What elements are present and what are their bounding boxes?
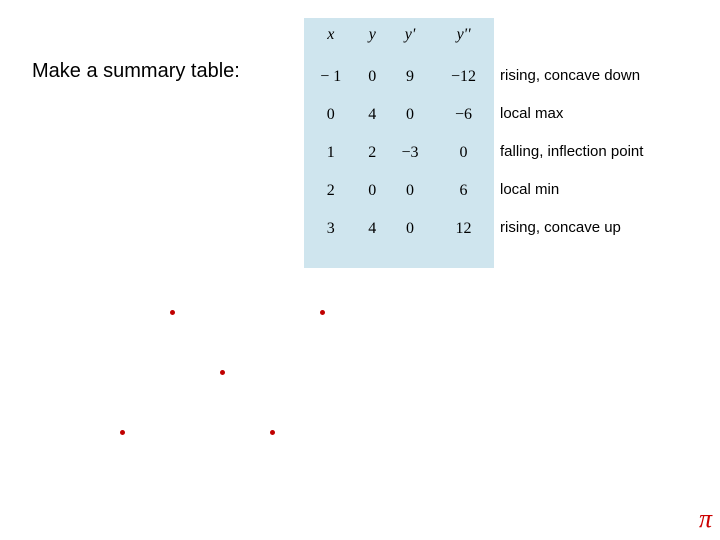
cell: 9 xyxy=(387,58,433,96)
summary-table-panel: x y y' y'' − 1 0 9 −12 0 4 0 −6 1 2 xyxy=(304,18,494,268)
cell: 12 xyxy=(433,210,494,248)
cell: −12 xyxy=(433,58,494,96)
cell: − 1 xyxy=(304,58,358,96)
cell: −6 xyxy=(433,96,494,134)
table-header-row: x y y' y'' xyxy=(304,18,494,58)
annotation: rising, concave up xyxy=(500,208,710,246)
plot-point xyxy=(120,430,125,435)
cell: 0 xyxy=(304,96,358,134)
cell: 0 xyxy=(358,58,387,96)
cell: 3 xyxy=(304,210,358,248)
plot-point xyxy=(270,430,275,435)
table-row: 3 4 0 12 xyxy=(304,210,494,248)
annotation: local max xyxy=(500,94,710,132)
col-header-ydoubleprime: y'' xyxy=(433,18,494,58)
cell: −3 xyxy=(387,134,433,172)
col-header-yprime: y' xyxy=(387,18,433,58)
cell: 0 xyxy=(387,172,433,210)
cell: 0 xyxy=(387,96,433,134)
cell: 1 xyxy=(304,134,358,172)
annotation: falling, inflection point xyxy=(500,132,710,170)
summary-table: x y y' y'' − 1 0 9 −12 0 4 0 −6 1 2 xyxy=(304,18,494,248)
cell: 4 xyxy=(358,210,387,248)
table-row: 0 4 0 −6 xyxy=(304,96,494,134)
cell: 0 xyxy=(358,172,387,210)
col-header-y: y xyxy=(358,18,387,58)
col-header-x: x xyxy=(304,18,358,58)
cell: 2 xyxy=(358,134,387,172)
cell: 6 xyxy=(433,172,494,210)
cell: 0 xyxy=(387,210,433,248)
table-row: 1 2 −3 0 xyxy=(304,134,494,172)
annotation: rising, concave down xyxy=(500,56,710,94)
annotation-column: rising, concave down local max falling, … xyxy=(500,56,710,246)
instruction-text: Make a summary table: xyxy=(32,60,240,83)
cell: 4 xyxy=(358,96,387,134)
scatter-plot xyxy=(80,300,380,500)
plot-point xyxy=(220,370,225,375)
plot-point xyxy=(320,310,325,315)
cell: 2 xyxy=(304,172,358,210)
pi-icon: π xyxy=(699,504,712,534)
plot-point xyxy=(170,310,175,315)
annotation: local min xyxy=(500,170,710,208)
table-row: 2 0 0 6 xyxy=(304,172,494,210)
table-row: − 1 0 9 −12 xyxy=(304,58,494,96)
cell: 0 xyxy=(433,134,494,172)
